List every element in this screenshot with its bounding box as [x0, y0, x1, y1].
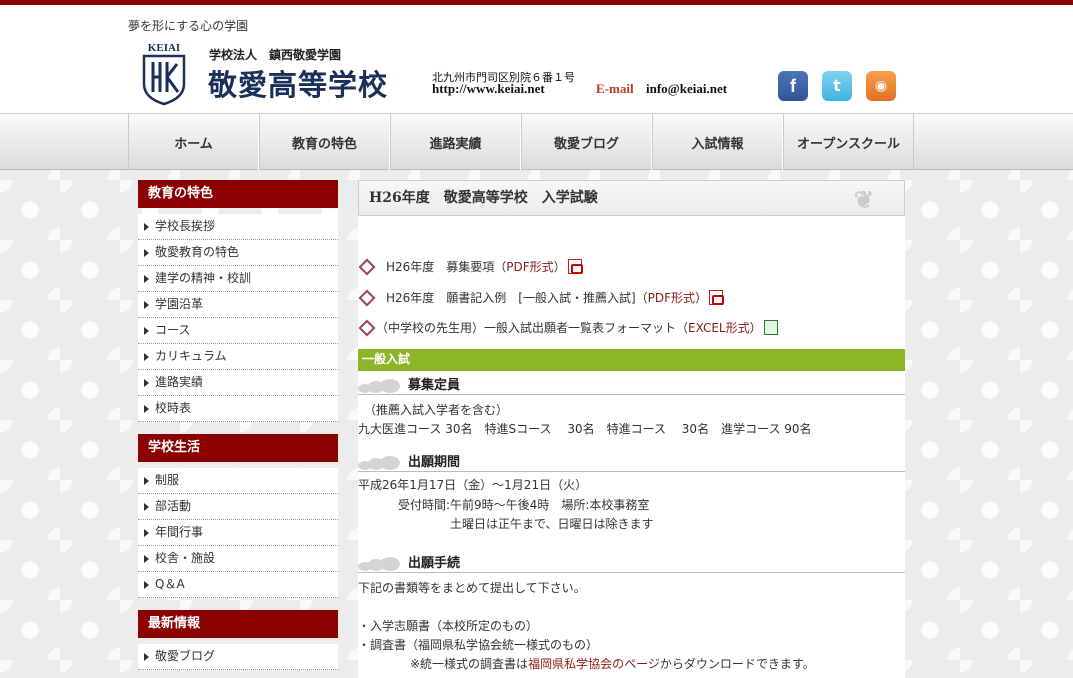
- sidebar-item-blog[interactable]: 敬愛ブログ: [138, 644, 338, 670]
- site-tagline: 夢を形にする心の学園: [128, 19, 249, 33]
- doc-link-row[interactable]: （中学校の先生用）一般入試出願者一覧表フォーマット（ EXCEL形式）: [358, 318, 778, 336]
- sidebar-item-faq[interactable]: Q＆A: [138, 572, 338, 598]
- diamond-bullet-icon: [358, 259, 372, 273]
- email-label: E-mail: [596, 81, 634, 96]
- school-url[interactable]: http://www.keiai.net: [432, 81, 545, 97]
- section-bar-general-exam: 一般入試: [358, 349, 905, 371]
- site-header: 夢を形にする心の学園 KEIAI 学校法人 鎮西敬愛学園 敬愛高等学校 北九州市…: [0, 5, 1073, 113]
- nav-item-home[interactable]: ホーム: [128, 114, 259, 170]
- doc-link-row[interactable]: H26年度 募集要項（ PDF形式）: [358, 257, 583, 275]
- excel-icon[interactable]: [763, 319, 778, 335]
- nav-item-blog[interactable]: 敬愛ブログ: [521, 114, 652, 170]
- main-nav: ホーム 教育の特色 進路実績 敬愛ブログ 入試情報 オープンスクール: [0, 113, 1073, 170]
- twitter-icon[interactable]: t: [822, 71, 852, 101]
- sidebar-item-philosophy[interactable]: 建学の精神・校訓: [138, 266, 338, 292]
- cloud-icon: [358, 456, 402, 470]
- main-content: H26年度 敬愛高等学校 入学試験 ❦ H26年度 募集要項（ PDF形式） H2…: [358, 180, 905, 678]
- sidebar-item-courses[interactable]: コース: [138, 318, 338, 344]
- sidebar-item-principal[interactable]: 学校長挨拶: [138, 214, 338, 240]
- sidebar-heading: 教育の特色: [138, 180, 338, 208]
- sidebar-heading: 最新情報: [138, 610, 338, 638]
- period-dates: 平成26年1月17日（金）〜1月21日（火）: [358, 478, 588, 492]
- sidebar-item-events[interactable]: 年間行事: [138, 520, 338, 546]
- sidebar-item-features[interactable]: 敬愛教育の特色: [138, 240, 338, 266]
- svg-text:KEIAI: KEIAI: [148, 42, 180, 54]
- pdf-icon[interactable]: [567, 258, 583, 274]
- section-heading: 出願期間: [358, 450, 905, 472]
- pdf-icon[interactable]: [709, 289, 725, 305]
- sidebar-heading: 学校生活: [138, 434, 338, 462]
- period-hours: 受付時間:午前9時〜午後4時 場所:本校事務室: [398, 498, 650, 512]
- page-title-text: H26年度 敬愛高等学校 入学試験: [369, 190, 598, 206]
- doc-link-row[interactable]: H26年度 願書記入例 [一般入試・推薦入試]（ PDF形式）: [358, 288, 725, 306]
- procedure-note: ※統一様式の調査書は福岡県私学協会のページからダウンロードできます。: [410, 657, 815, 671]
- recruit-courses: 九大医進コース 30名 特進Sコース 30名 特進コース 30名 進学コース 9…: [358, 422, 812, 436]
- pdf-link[interactable]: PDF形式: [506, 258, 553, 275]
- leaf-decoration-icon: ❦: [853, 185, 874, 214]
- section-heading: 出願手続: [358, 551, 905, 573]
- sidebar-item-clubs[interactable]: 部活動: [138, 494, 338, 520]
- school-logo-icon[interactable]: KEIAI: [140, 40, 188, 106]
- facebook-icon[interactable]: f: [778, 71, 808, 101]
- nav-item-careers[interactable]: 進路実績: [390, 114, 521, 170]
- procedure-intro: 下記の書類等をまとめて提出して下さい。: [358, 581, 586, 595]
- page-title: H26年度 敬愛高等学校 入学試験 ❦: [358, 180, 905, 216]
- sidebar-item-facilities[interactable]: 校舎・施設: [138, 546, 338, 572]
- excel-link[interactable]: EXCEL形式: [688, 319, 750, 336]
- sidebar-item-timetable[interactable]: 校時表: [138, 396, 338, 422]
- school-name[interactable]: 敬愛高等学校: [208, 62, 388, 104]
- nav-item-education[interactable]: 教育の特色: [259, 114, 390, 170]
- nav-item-admissions[interactable]: 入試情報: [652, 114, 783, 170]
- nav-item-open-school[interactable]: オープンスクール: [783, 114, 914, 170]
- sidebar-item-uniform[interactable]: 制服: [138, 468, 338, 494]
- period-note: 土曜日は正午まで、日曜日は除きます: [450, 517, 654, 531]
- diamond-bullet-icon: [358, 320, 372, 334]
- cloud-icon: [358, 557, 402, 571]
- sidebar: 教育の特色 学校長挨拶 敬愛教育の特色 建学の精神・校訓 学園沿革 コース カリ…: [138, 180, 338, 678]
- cloud-icon: [358, 379, 402, 393]
- rss-icon[interactable]: ◉: [866, 71, 896, 101]
- school-corp-name: 学校法人 鎮西敬愛学園: [209, 48, 342, 62]
- sidebar-item-curriculum[interactable]: カリキュラム: [138, 344, 338, 370]
- sidebar-item-history[interactable]: 学園沿革: [138, 292, 338, 318]
- recruit-note: （推薦入試入学者を含む）: [364, 403, 509, 417]
- private-school-association-link[interactable]: 福岡県私学協会のページ: [528, 657, 660, 671]
- pdf-link[interactable]: PDF形式: [648, 289, 695, 306]
- section-heading: 募集定員: [358, 373, 905, 395]
- procedure-item: ・入学志願書（本校所定のもの）: [358, 619, 539, 633]
- diamond-bullet-icon: [358, 290, 372, 304]
- sidebar-item-careers[interactable]: 進路実績: [138, 370, 338, 396]
- email-address-link[interactable]: info@keiai.net: [646, 81, 727, 97]
- procedure-item: ・調査書（福岡県私学協会統一様式のもの）: [358, 638, 599, 652]
